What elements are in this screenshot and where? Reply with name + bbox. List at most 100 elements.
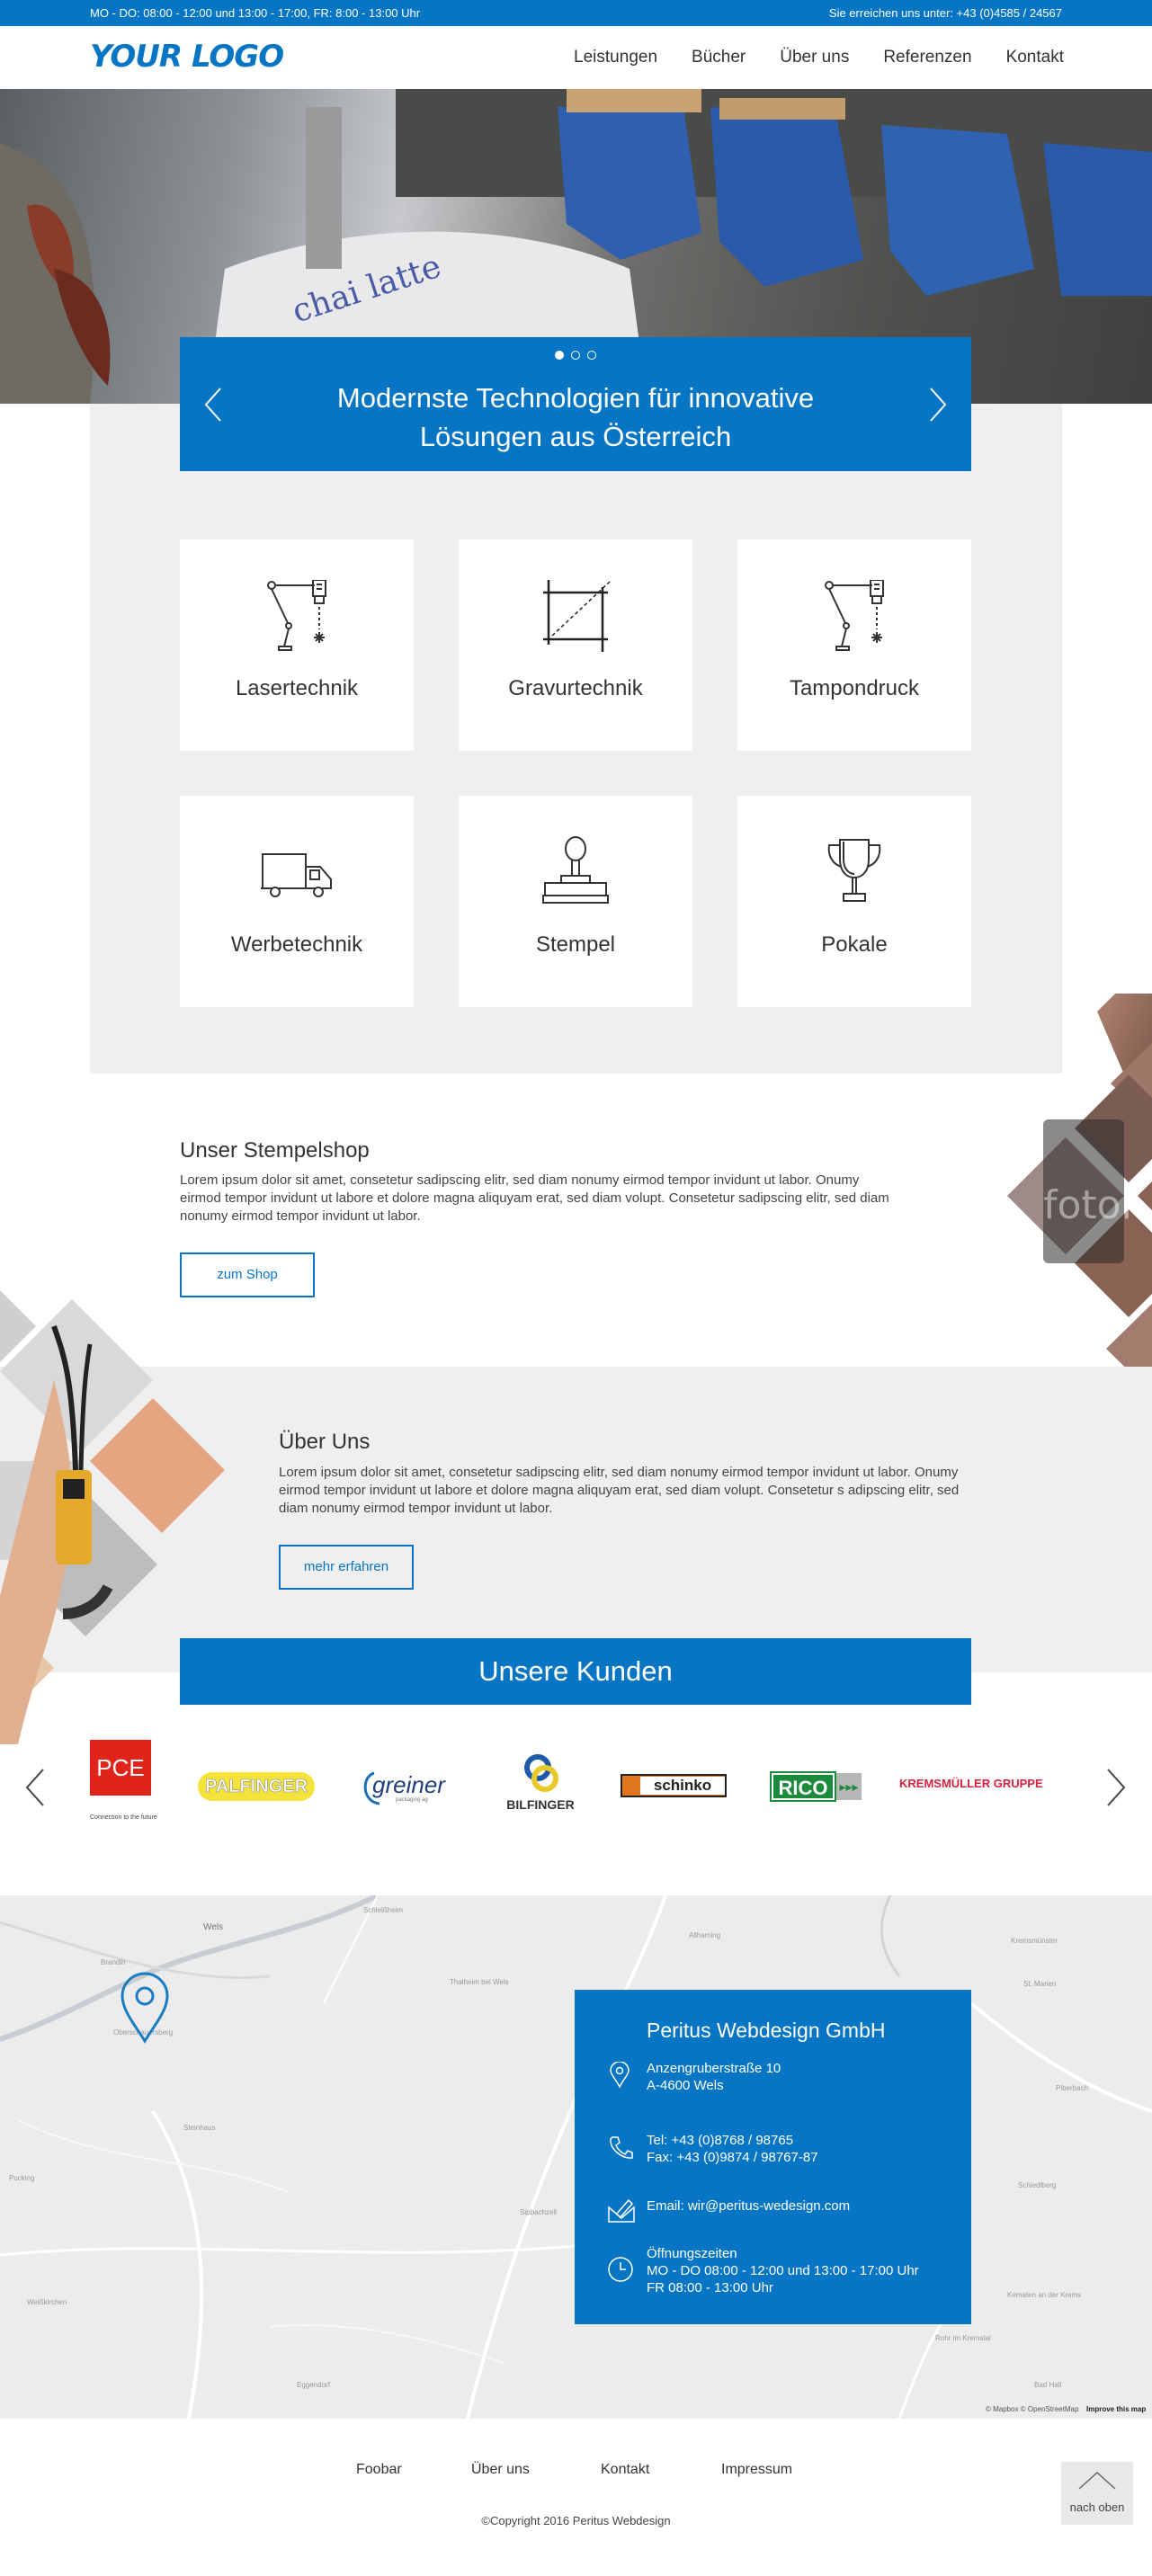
service-card-pokale[interactable]: Pokale [737, 796, 971, 1007]
logo-pce[interactable]: PCE [90, 1740, 151, 1796]
logo-bilfinger[interactable]: BILFINGER [504, 1753, 577, 1818]
map-place: Bad Hall [1034, 2381, 1062, 2389]
logo[interactable]: YOUR LOGO [90, 39, 284, 75]
logo-palfinger[interactable]: PALFINGER [198, 1772, 315, 1801]
contact-info-box: Peritus Webdesign GmbH Anzengruberstraße… [575, 1990, 971, 2324]
address-street: Anzengruberstraße 10 [647, 2061, 781, 2076]
slider-title-line2: Lösungen aus Österreich [419, 421, 732, 452]
opening-hours-title: Öffnungszeiten [647, 2246, 737, 2261]
greiner-sub: packaging ag [396, 1797, 428, 1803]
slider-dot[interactable] [571, 351, 580, 360]
stempelshop-text: Lorem ipsum dolor sit amet, consetetur s… [180, 1172, 889, 1224]
map-place: Wels [203, 1922, 224, 1932]
stamp-icon [542, 836, 609, 904]
email-address[interactable]: Email: wir@peritus-wedesign.com [647, 2198, 850, 2214]
service-card-tampondruck[interactable]: Tampondruck [737, 539, 971, 751]
rico-wordmark: RICO [770, 1771, 836, 1802]
chevron-up-icon [1078, 2471, 1116, 2490]
bilfinger-wordmark: BILFINGER [506, 1797, 575, 1812]
logo-pce-tagline: Connection to the future [90, 1814, 157, 1821]
map-place: Schiedlberg [1018, 2181, 1057, 2189]
opening-hours-weekdays: MO - DO 08:00 - 12:00 und 13:00 - 17:00 … [647, 2263, 919, 2278]
service-card-werbetechnik[interactable]: Werbetechnik [180, 796, 414, 1007]
back-to-top-label: nach oben [1069, 2500, 1125, 2514]
address: Anzengruberstraße 10 A-4600 Wels [647, 2060, 781, 2094]
laser-arm-icon [825, 580, 884, 651]
company-name: Peritus Webdesign GmbH [647, 2019, 886, 2042]
main-nav: Leistungen Bücher Über uns Referenzen Ko… [574, 48, 1064, 67]
map-place: Sipbachzell [520, 2208, 557, 2216]
clock-icon [608, 2257, 633, 2282]
service-label: Werbetechnik [230, 932, 363, 957]
service-label: Gravurtechnik [508, 676, 643, 700]
map-pin-icon[interactable] [119, 1971, 171, 2045]
email-pencil-icon [608, 2198, 635, 2223]
service-label: Tampondruck [789, 676, 920, 700]
stempelshop-title: Unser Stempelshop [180, 1138, 370, 1163]
laser-arm-icon [267, 580, 326, 651]
greiner-wordmark: greiner [372, 1771, 445, 1798]
fax-number: Fax: +43 (0)9874 / 98767-87 [647, 2150, 818, 2165]
map-improve-link[interactable]: Improve this map [1086, 2405, 1146, 2413]
map-place: Kematen an der Krems [1007, 2291, 1082, 2299]
hero-slider-caption: Modernste Technologien für innovative Lö… [180, 337, 971, 471]
phone-fax: Tel: +43 (0)8768 / 98765 Fax: +43 (0)987… [647, 2132, 818, 2166]
logo-kremsmueller[interactable]: KREMSMÜLLER GRUPPE [899, 1777, 1061, 1790]
about-more-button[interactable]: mehr erfahren [279, 1545, 414, 1590]
nav-item-kontakt[interactable]: Kontakt [1006, 48, 1064, 67]
slider-dots [180, 348, 971, 364]
copyright: ©Copyright 2016 Peritus Webdesign [481, 2514, 671, 2527]
map-place: Kremsmünster [1011, 1937, 1058, 1945]
map-place: Brandln [101, 1958, 126, 1966]
phone-contact[interactable]: Sie erreichen uns unter: +43 (0)4585 / 2… [829, 6, 1062, 20]
chevron-left-icon[interactable] [23, 1768, 47, 1807]
bilfinger-emblem [524, 1754, 558, 1792]
slider-dot[interactable] [554, 351, 564, 360]
customers-title: Unsere Kunden [180, 1638, 971, 1705]
nav-item-referenzen[interactable]: Referenzen [883, 48, 971, 67]
service-label: Stempel [535, 932, 616, 957]
chevron-right-icon[interactable] [1104, 1768, 1128, 1807]
map-place: Thalheim bei Wels [450, 1978, 509, 1986]
opening-hours: MO - DO: 08:00 - 12:00 und 13:00 - 17:00… [90, 6, 421, 20]
back-to-top-button[interactable]: nach oben [1061, 2462, 1133, 2525]
map-place: Eggendorf [297, 2381, 330, 2389]
address-city: A-4600 Wels [647, 2078, 724, 2093]
svg-text:fotol: fotol [1043, 1182, 1132, 1228]
slider-dot[interactable] [587, 351, 597, 360]
chevron-right-icon[interactable] [927, 387, 949, 423]
map-attribution[interactable]: © Mapbox © OpenStreetMap [986, 2405, 1078, 2413]
site-header: YOUR LOGO Leistungen Bücher Über uns Ref… [0, 26, 1152, 89]
logo-greiner[interactable]: greiner packaging ag [360, 1768, 459, 1807]
footer-link-kontakt[interactable]: Kontakt [601, 2462, 649, 2478]
slider-title-line1: Modernste Technologien für innovative [336, 382, 815, 414]
schinko-wordmark: schinko [640, 1777, 725, 1795]
map-place: Allhaming [689, 1931, 721, 1939]
footer-link-foobar[interactable]: Foobar [356, 2462, 402, 2478]
opening-hours-friday: FR 08:00 - 13:00 Uhr [647, 2280, 773, 2295]
trophy-icon [827, 839, 881, 902]
map-place: Steinhaus [183, 2124, 216, 2132]
map-place: Piberbach [1056, 2084, 1089, 2092]
nav-item-ueber-uns[interactable]: Über uns [780, 48, 849, 67]
logo-schinko[interactable]: schinko [621, 1774, 727, 1797]
opening-hours-block: Öffnungszeiten MO - DO 08:00 - 12:00 und… [647, 2245, 919, 2296]
about-text: Lorem ipsum dolor sit amet, consetetur s… [279, 1465, 960, 1516]
service-card-lasertechnik[interactable]: Lasertechnik [180, 539, 414, 751]
footer-link-ueber-uns[interactable]: Über uns [471, 2462, 530, 2478]
service-label: Lasertechnik [235, 676, 359, 700]
top-bar: MO - DO: 08:00 - 12:00 und 13:00 - 17:00… [0, 0, 1152, 26]
service-card-gravurtechnik[interactable]: Gravurtechnik [459, 539, 692, 751]
service-card-stempel[interactable]: Stempel [459, 796, 692, 1007]
phone-number[interactable]: Tel: +43 (0)8768 / 98765 [647, 2132, 818, 2149]
location-pin-icon [610, 2062, 630, 2089]
stamp-photo-mosaic: fotol [1007, 994, 1152, 1394]
truck-icon [261, 853, 332, 897]
nav-item-buecher[interactable]: Bücher [692, 48, 746, 67]
about-title: Über Uns [279, 1430, 371, 1454]
nav-item-leistungen[interactable]: Leistungen [574, 48, 657, 67]
chevron-left-icon[interactable] [202, 387, 224, 423]
service-label: Pokale [821, 932, 888, 957]
logo-rico[interactable]: RICO ▸▸▸ [770, 1771, 862, 1802]
footer-link-impressum[interactable]: Impressum [721, 2462, 792, 2478]
